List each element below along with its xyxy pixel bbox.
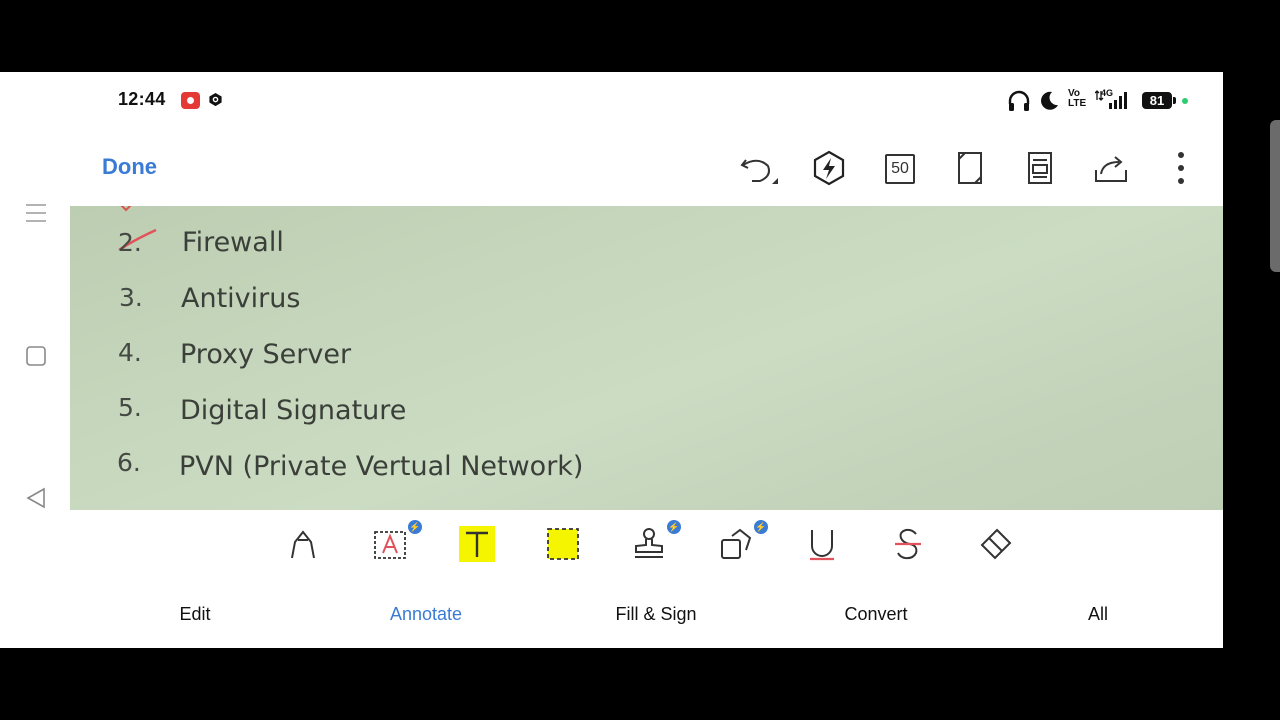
phone-screen: 12:44 Vo LTE 4G 81 Done 50 2. Firewall 3…: [0, 72, 1223, 648]
eraser-icon[interactable]: [977, 526, 1013, 562]
screen-record-icon: [181, 92, 200, 109]
back-triangle-icon[interactable]: [24, 486, 48, 510]
tab-all[interactable]: All: [1088, 604, 1108, 625]
handwritten-mark-icon: [120, 206, 132, 212]
do-not-disturb-moon-icon: [1041, 91, 1058, 110]
status-bar: 12:44 Vo LTE 4G 81: [0, 72, 1223, 128]
list-number: 5.: [118, 393, 142, 422]
signal-icon: 4G: [1095, 88, 1135, 112]
system-nav-rail: [0, 204, 70, 648]
annotate-toolbar: ⚡ ⚡ ⚡: [70, 510, 1223, 581]
document-viewport[interactable]: 2. Firewall 3. Antivirus 4. Proxy Server…: [70, 206, 1223, 510]
headphones-icon: [1008, 90, 1030, 111]
fullscreen-icon[interactable]: [950, 148, 990, 188]
list-item-text: PVN (Private Vertual Network): [179, 451, 584, 482]
bottom-tab-bar: Edit Annotate Fill & Sign Convert All: [70, 580, 1223, 648]
reader-view-icon[interactable]: [1020, 148, 1060, 188]
underline-icon[interactable]: [804, 526, 840, 562]
edge-panel-handle[interactable]: [1270, 120, 1280, 272]
undo-icon[interactable]: [738, 148, 778, 188]
tab-fill-sign[interactable]: Fill & Sign: [615, 604, 696, 625]
list-number: 3.: [119, 283, 143, 312]
area-highlight-icon[interactable]: [545, 526, 581, 562]
share-icon[interactable]: [1091, 148, 1131, 188]
premium-badge-icon: ⚡: [667, 520, 681, 534]
tab-annotate[interactable]: Annotate: [390, 604, 462, 625]
list-item-text: Firewall: [182, 227, 284, 258]
list-item-text: Antivirus: [181, 283, 301, 314]
highlight-text-icon[interactable]: [459, 526, 495, 562]
stamp-icon[interactable]: ⚡: [631, 520, 681, 562]
page-count-icon[interactable]: 50: [879, 148, 919, 188]
list-number: 4.: [118, 338, 142, 367]
list-item-text: Digital Signature: [180, 395, 407, 426]
volte-icon: Vo LTE: [1068, 89, 1086, 109]
list-item-text: Proxy Server: [180, 339, 352, 370]
pen-icon[interactable]: [285, 526, 321, 562]
battery-icon: 81: [1142, 92, 1176, 109]
shapes-icon[interactable]: ⚡: [718, 520, 768, 562]
home-square-icon[interactable]: [24, 344, 48, 368]
strikethrough-icon[interactable]: [890, 526, 926, 562]
text-box-icon[interactable]: ⚡: [372, 520, 422, 562]
app-notification-icon: [209, 92, 222, 107]
list-number: 2.: [118, 228, 142, 257]
top-toolbar: Done 50: [0, 128, 1223, 206]
premium-badge-icon: ⚡: [754, 520, 768, 534]
done-button[interactable]: Done: [102, 154, 157, 180]
page-count-label: 50: [885, 154, 915, 184]
menu-icon[interactable]: [24, 201, 48, 225]
charging-dot-icon: [1182, 98, 1188, 104]
more-options-icon[interactable]: [1161, 148, 1201, 188]
premium-badge-icon: ⚡: [408, 520, 422, 534]
tab-edit[interactable]: Edit: [179, 604, 210, 625]
volte-bottom-label: LTE: [1068, 98, 1087, 109]
list-number: 6.: [117, 448, 141, 477]
bolt-icon[interactable]: [809, 148, 849, 188]
status-time: 12:44: [118, 89, 166, 109]
tab-convert[interactable]: Convert: [844, 604, 907, 625]
